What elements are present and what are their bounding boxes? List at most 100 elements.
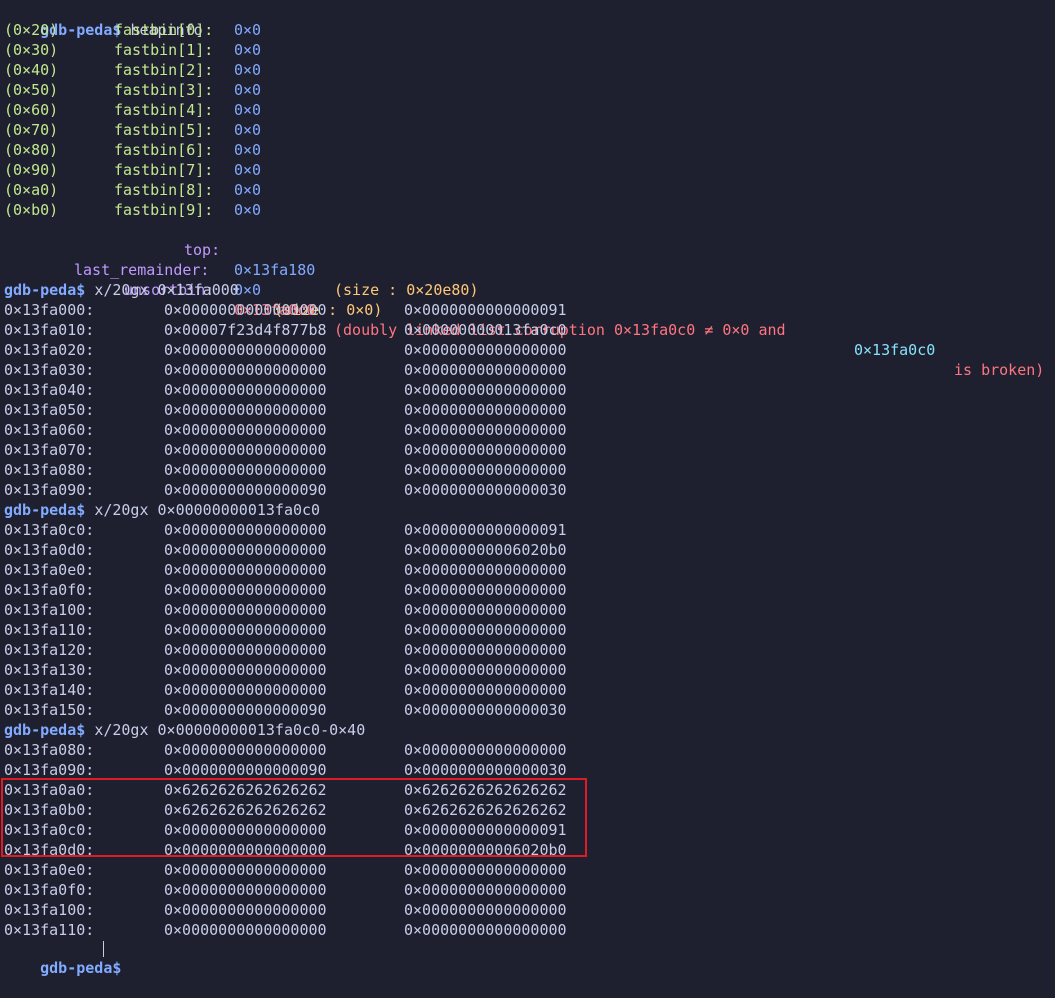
memory-address: 0×13fa120: [4,641,95,659]
memory-address: 0×13fa080: [4,741,95,759]
memory-address: 0×13fa130: [4,661,95,679]
fastbin-size: (0×20) [4,21,59,39]
memory-word-2: 0×00000000006020b0 [404,541,567,559]
memory-word-2: 0×0000000000000000 [404,361,567,379]
memory-address: 0×13fa060: [4,421,95,439]
memory-word-1: 0×0000000000000090 [164,701,327,719]
fastbin-value: 0×0 [234,181,262,199]
memory-word-2: 0×0000000000000000 [404,341,567,359]
memory-address: 0×13fa090: [4,481,95,499]
memory-address: 0×13fa080: [4,461,95,479]
memory-address: 0×13fa100: [4,901,95,919]
prompt: gdb-peda$ [40,959,122,977]
memory-word-1: 0×0000000000000000 [164,381,327,399]
corruption-address: 0×13fa0c0 [854,341,936,359]
memory-word-1: 0×0000000000000000 [164,681,327,699]
memory-address: 0×13fa140: [4,681,95,699]
terminal-window[interactable]: gdb-peda$ heapinfo (0×20) fastbin[0]: 0×0 (… [0,0,1055,977]
fastbin-label: fastbin[6]: [114,141,214,159]
memory-row: 0×13fa080: 0×0000000000000000 0×0000000000… [4,460,604,480]
memory-row: 0×13fa110: 0×0000000000000000 0×0000000000… [4,920,604,940]
memory-row: 0×13fa150: 0×0000000000000090 0×0000000000… [4,700,604,720]
memory-word-1: 0×0000000000000090 [164,481,327,499]
memory-word-1: 0×0000000000000000 [164,301,327,319]
memory-address: 0×13fa0c0: [4,521,95,539]
memory-row: 0×13fa100: 0×0000000000000000 0×0000000000… [4,900,604,920]
fastbin-size: (0×80) [4,141,59,159]
memory-word-2: 0×0000000000000000 [404,381,567,399]
memory-word-1: 0×0000000000000000 [164,621,327,639]
text-cursor [103,941,104,957]
memory-word-1: 0×0000000000000090 [164,761,327,779]
memory-word-1: 0×00007f23d4f877b8 [164,321,327,339]
memory-word-2: 0×0000000000000000 [404,601,567,619]
highlight-box [1,778,587,857]
memory-word-1: 0×0000000000000000 [164,861,327,879]
corruption-suffix: is broken) [954,361,1045,379]
last-remainder-line: last_remainder: 0×0 (size : 0×0) [0,240,382,319]
fastbin-label: fastbin[4]: [114,101,214,119]
memory-word-1: 0×0000000000000000 [164,901,327,919]
command-line: gdb-peda$ heapinfo [4,0,203,39]
prompt: gdb-peda$ [4,501,86,519]
command-text: x/20gx 0×13fa000 [94,281,239,299]
memory-row: 0×13fa140: 0×0000000000000000 0×0000000000… [4,680,604,700]
memory-word-2: 0×0000000000000000 [404,681,567,699]
fastbin-size: (0×a0) [4,181,59,199]
fastbin-value: 0×0 [234,141,262,159]
memory-word-2: 0×0000000000000000 [404,421,567,439]
memory-row: 0×13fa050: 0×0000000000000000 0×0000000000… [4,400,604,420]
memory-row: 0×13fa110: 0×0000000000000000 0×0000000000… [4,620,604,640]
command-line: gdb-peda$ x/20gx 0×00000000013fa0c0-0×40 [4,720,365,740]
fastbin-value: 0×0 [234,81,262,99]
memory-word-1: 0×0000000000000000 [164,741,327,759]
memory-word-2: 0×0000000000000000 [404,441,567,459]
memory-word-2: 0×0000000000000000 [404,561,567,579]
memory-address: 0×13fa0d0: [4,541,95,559]
memory-word-2: 0×0000000000000000 [404,581,567,599]
memory-row: 0×13fa0f0: 0×0000000000000000 0×0000000000… [4,880,604,900]
command-text: x/20gx 0×00000000013fa0c0 [94,501,321,519]
top-chunk-line: top: 0×13fa180 (size : 0×20e80) [0,220,479,299]
fastbin-label: fastbin[0]: [114,21,214,39]
fastbin-label: fastbin[9]: [114,201,214,219]
memory-word-1: 0×0000000000000000 [164,521,327,539]
memory-address: 0×13fa030: [4,361,95,379]
fastbin-value: 0×0 [234,101,262,119]
memory-row: 0×13fa130: 0×0000000000000000 0×0000000000… [4,660,604,680]
fastbin-label: fastbin[5]: [114,121,214,139]
fastbin-size: (0×60) [4,101,59,119]
memory-address: 0×13fa090: [4,761,95,779]
fastbin-size: (0×90) [4,161,59,179]
fastbin-size: (0×30) [4,41,59,59]
memory-address: 0×13fa040: [4,381,95,399]
memory-address: 0×13fa0e0: [4,861,95,879]
memory-address: 0×13fa100: [4,601,95,619]
memory-word-2: 0×0000000000000091 [404,521,567,539]
memory-row: 0×13fa090: 0×0000000000000090 0×0000000000… [4,760,604,780]
memory-word-2: 0×0000000000000000 [404,861,567,879]
unsortbin-line: unsortbin: 0×13fa0c0 (doubly linked list… [0,260,1044,379]
memory-word-1: 0×0000000000000000 [164,361,327,379]
memory-word-1: 0×0000000000000000 [164,561,327,579]
memory-address: 0×13fa0e0: [4,561,95,579]
memory-row: 0×13fa0c0: 0×0000000000000000 0×0000000000… [4,520,604,540]
memory-address: 0×13fa020: [4,341,95,359]
memory-row: 0×13fa0e0: 0×0000000000000000 0×0000000000… [4,560,604,580]
command-line: gdb-peda$ x/20gx 0×00000000013fa0c0 [4,500,320,520]
memory-address: 0×13fa010: [4,321,95,339]
memory-word-2: 0×0000000000000000 [404,921,567,939]
memory-row: 0×13fa090: 0×0000000000000090 0×0000000000… [4,480,604,500]
memory-word-1: 0×0000000000000000 [164,641,327,659]
memory-row: 0×13fa070: 0×0000000000000000 0×0000000000… [4,440,604,460]
memory-word-1: 0×0000000000000000 [164,541,327,559]
memory-address: 0×13fa000: [4,301,95,319]
top-size: (size : 0×20e80) [334,281,479,299]
prompt: gdb-peda$ [4,721,86,739]
memory-word-2: 0×00000000013fa0c0 [404,321,567,339]
memory-row: 0×13fa020: 0×0000000000000000 0×0000000000… [4,340,604,360]
last-remainder-label: last_remainder: [74,261,210,279]
top-label: top: [184,241,221,259]
fastbin-size: (0×40) [4,61,59,79]
fastbin-size: (0×b0) [4,201,59,219]
